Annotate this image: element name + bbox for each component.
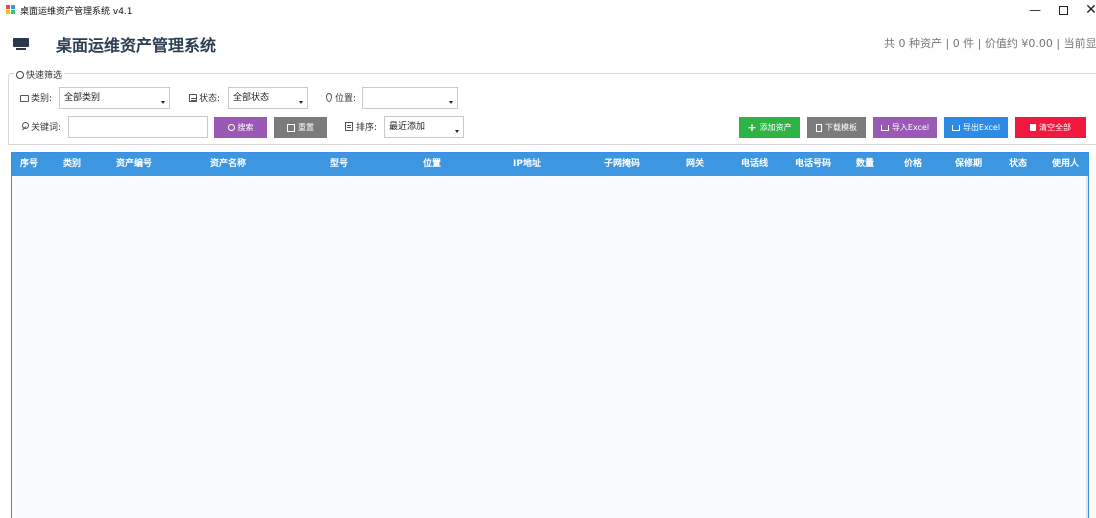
quick-filter-legend: 快速筛选: [14, 68, 65, 81]
sort-select[interactable]: 最近添加: [384, 116, 464, 138]
column-header[interactable]: 保修期: [955, 153, 982, 176]
column-header[interactable]: 资产编号: [116, 153, 152, 176]
clear-all-button[interactable]: 清空全部: [1015, 117, 1086, 138]
category-select[interactable]: 全部类别: [59, 87, 170, 109]
close-button[interactable]: ✕: [1076, 0, 1096, 22]
reset-icon: [287, 123, 295, 132]
app-icon: [6, 5, 16, 15]
keyword-search-icon: [20, 122, 29, 131]
import-icon: [880, 124, 889, 131]
column-header[interactable]: 类别: [63, 153, 81, 176]
export-excel-button[interactable]: 导出Excel: [944, 117, 1008, 138]
column-header[interactable]: 数量: [856, 153, 874, 176]
sort-select-value: 最近添加: [389, 122, 426, 132]
reset-button[interactable]: 重置: [274, 117, 327, 138]
column-header[interactable]: 电话号码: [795, 153, 831, 176]
maximize-icon: [1058, 6, 1068, 15]
download-template-button[interactable]: 下载模板: [807, 117, 866, 138]
chevron-down-icon: [449, 101, 453, 104]
status-icon: [189, 94, 197, 102]
window-titlebar: 桌面运维资产管理系统 v4.1 — ✕: [0, 0, 1096, 22]
category-label: 类别:: [20, 93, 52, 105]
location-select[interactable]: [362, 87, 458, 109]
column-header[interactable]: 状态: [1009, 153, 1027, 176]
keyword-label: 关键词:: [20, 122, 61, 134]
folder-icon: [20, 95, 29, 102]
column-header[interactable]: IP地址: [513, 153, 541, 176]
chevron-down-icon: [161, 101, 165, 104]
plus-icon: +: [747, 120, 757, 134]
status-select[interactable]: 全部状态: [228, 87, 308, 109]
document-icon: [816, 123, 822, 132]
column-header[interactable]: 价格: [904, 153, 922, 176]
sort-icon: [345, 122, 353, 131]
location-label: 位置:: [326, 93, 356, 105]
column-header[interactable]: 位置: [423, 153, 441, 176]
column-header[interactable]: 电话线: [741, 153, 768, 176]
quick-filter-title: 快速筛选: [26, 71, 63, 81]
column-header[interactable]: 资产名称: [210, 153, 246, 176]
column-header[interactable]: 网关: [686, 153, 704, 176]
import-excel-button[interactable]: 导入Excel: [873, 117, 937, 138]
page-title: 桌面运维资产管理系统: [56, 36, 217, 55]
column-header[interactable]: 序号: [20, 153, 38, 176]
minimize-button[interactable]: —: [1020, 0, 1050, 22]
search-icon: [227, 124, 235, 131]
sort-label: 排序:: [345, 122, 377, 134]
window-title: 桌面运维资产管理系统 v4.1: [20, 7, 133, 17]
chevron-down-icon: [455, 130, 459, 133]
column-header[interactable]: 使用人: [1052, 153, 1079, 176]
search-icon: [16, 71, 24, 79]
table-header: 序号 类别 资产编号 资产名称 型号 位置 IP地址 子网掩码 网关 电话线 电话号码 数量 价格 保修期…: [12, 153, 1088, 176]
status-select-value: 全部状态: [233, 93, 270, 103]
category-select-value: 全部类别: [64, 93, 101, 103]
export-icon: [951, 124, 960, 131]
asset-table: 序号 类别 资产编号 资产名称 型号 位置 IP地址 子网掩码 网关 电话线 电话号码 数量 价格 保修期…: [11, 152, 1089, 518]
trash-icon: [1030, 124, 1036, 131]
keyword-input[interactable]: [68, 116, 208, 138]
location-pin-icon: [326, 93, 332, 102]
column-header[interactable]: 子网掩码: [604, 153, 640, 176]
add-asset-button[interactable]: + 添加资产: [739, 117, 800, 138]
vertical-scrollbar[interactable]: [1086, 176, 1088, 518]
column-header[interactable]: 型号: [330, 153, 348, 176]
chevron-down-icon: [299, 101, 303, 104]
maximize-button[interactable]: [1048, 0, 1078, 22]
asset-summary: 共 0 种资产 | 0 件 | 价值约 ¥0.00 | 当前显示 0 条: [884, 37, 1096, 50]
monitor-icon: [13, 38, 29, 51]
status-label: 状态:: [189, 93, 220, 105]
search-button[interactable]: 搜索: [214, 117, 267, 138]
